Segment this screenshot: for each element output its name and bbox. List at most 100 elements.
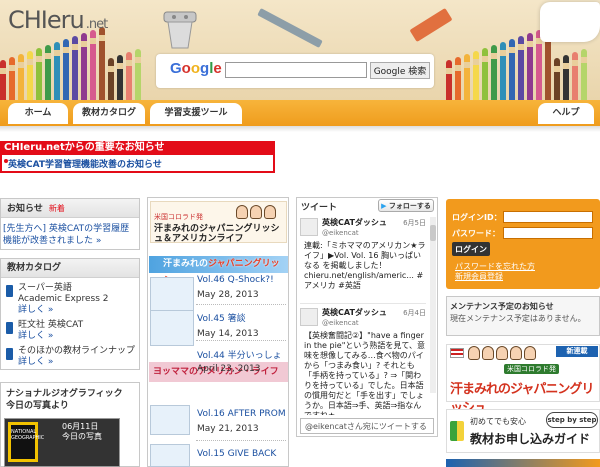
episode-thumbnail[interactable] bbox=[150, 277, 194, 313]
pencil-icon bbox=[9, 57, 15, 100]
episode-title[interactable]: Vol.45 箸談 bbox=[197, 311, 259, 324]
natgeo-date: 06月11日 今日の写真 bbox=[62, 422, 102, 442]
notice-link[interactable]: 英検CAT学習管理機能改善のお知らせ bbox=[8, 157, 162, 170]
divider bbox=[196, 304, 286, 305]
natgeo-title: ナショナルジオグラフィック 今日の写真より bbox=[6, 388, 123, 412]
crumpled-paper-decoration bbox=[540, 2, 600, 42]
banner-subtitle: 米国コロラド発 bbox=[504, 364, 559, 374]
catalog-item-name: 旺文社 英検CAT bbox=[18, 320, 84, 330]
twitter-heading: ツイート bbox=[301, 203, 338, 213]
tab-learning-tools[interactable]: 学習支援ツール bbox=[150, 103, 242, 124]
catalog-item-name: スーパー英語 bbox=[18, 283, 72, 293]
search-input[interactable] bbox=[225, 62, 367, 78]
pencil-icon bbox=[45, 45, 51, 100]
pencil-icon bbox=[581, 49, 587, 100]
catalog-item-link[interactable]: 詳しく » bbox=[18, 305, 53, 315]
natgeo-subtitle: 今日の写真より bbox=[6, 401, 69, 411]
episode-title[interactable]: Vol.15 GIVE BACK bbox=[197, 449, 276, 459]
natgeo-logo: NATIONAL GEOGRAPHIC bbox=[8, 422, 44, 462]
pencil-icon bbox=[509, 39, 515, 100]
pencil-icon bbox=[464, 54, 470, 100]
character-icon bbox=[236, 205, 248, 219]
pencil-icon bbox=[563, 55, 569, 100]
column-title: 汗まみれのジャパニングリッシュ＆アメリカンライフ bbox=[154, 224, 280, 244]
natgeo-title-text: ナショナルジオグラフィック bbox=[6, 389, 123, 399]
tweet-author[interactable]: 英検CATダッシュ bbox=[322, 308, 387, 318]
paper-clip-icon bbox=[163, 11, 197, 49]
logo-text: CHIeru bbox=[8, 6, 85, 34]
episode-title[interactable]: Vol.16 AFTER PROM bbox=[197, 409, 286, 419]
new-badge: 新着 bbox=[48, 204, 65, 213]
catalog-item-sub: Academic Express 2 bbox=[18, 294, 109, 304]
news-heading-text: お知らせ bbox=[7, 204, 43, 214]
episode-thumbnail[interactable] bbox=[150, 444, 190, 467]
pencil-icon bbox=[482, 48, 488, 100]
scrollbar-thumb[interactable] bbox=[430, 225, 436, 241]
pencil-icon bbox=[36, 48, 42, 100]
google-search-button[interactable]: Google 検索 bbox=[370, 62, 430, 79]
catalog-item-link[interactable]: 詳しく » bbox=[18, 331, 53, 341]
step-by-step-badge: step by step bbox=[546, 412, 598, 428]
pencil-icon bbox=[135, 49, 141, 100]
divider bbox=[196, 340, 286, 341]
catalog-item-name: そのほかの教材ラインナップ bbox=[18, 346, 136, 356]
episode-title[interactable]: Vol.44 半分いっしょ bbox=[197, 348, 282, 361]
tweet-date[interactable]: 6月5日 bbox=[403, 218, 426, 228]
pencil-icon bbox=[572, 52, 578, 100]
episode-item: Vol.45 箸談 May 14, 2013 bbox=[197, 311, 259, 339]
google-letter: e bbox=[213, 60, 222, 77]
tweet-scrollbar[interactable] bbox=[430, 217, 436, 393]
characters-illustration bbox=[468, 346, 536, 360]
pencil-icon bbox=[90, 30, 96, 100]
tweet-date[interactable]: 6月4日 bbox=[403, 308, 426, 318]
site-logo[interactable]: CHIeru .net bbox=[8, 6, 108, 34]
pen-decoration bbox=[257, 8, 323, 48]
pencil-icon bbox=[0, 60, 6, 100]
tweet-handle: @eikencat bbox=[322, 229, 359, 237]
google-letter: o bbox=[190, 60, 201, 77]
register-link[interactable]: 新規会員登録 bbox=[455, 272, 535, 282]
avatar[interactable] bbox=[300, 308, 318, 326]
pencil-icon bbox=[27, 51, 33, 100]
maintenance-text: 現在メンテナンス予定はありません。 bbox=[450, 314, 586, 323]
character-icon bbox=[496, 346, 508, 360]
google-letter: G bbox=[170, 60, 182, 77]
login-id-input[interactable] bbox=[503, 211, 593, 223]
news-link[interactable]: [先生方へ] 英検CATの学習履歴機能が改善されました » bbox=[3, 223, 137, 247]
pencil-icon bbox=[99, 27, 105, 100]
character-icon bbox=[264, 205, 276, 219]
tab-home[interactable]: ホーム bbox=[8, 103, 68, 124]
catalog-item: スーパー英語 Academic Express 2 詳しく » bbox=[6, 283, 140, 316]
guide-tagline: 初めてでも安心 bbox=[470, 417, 526, 426]
character-icon bbox=[468, 346, 480, 360]
natgeo-date-text: 06月11日 bbox=[62, 422, 99, 431]
character-icon bbox=[250, 205, 262, 219]
forgot-password-link[interactable]: パスワードを忘れた方 bbox=[455, 262, 535, 272]
tab-catalog[interactable]: 教材カタログ bbox=[73, 103, 145, 124]
tweet-text: 【英検奮闘記②】"have a finger in the pie"という熟語を… bbox=[304, 331, 426, 415]
pencil-icon bbox=[473, 51, 479, 100]
password-input[interactable] bbox=[503, 227, 593, 239]
catalog-item: 旺文社 英検CAT 詳しく » bbox=[6, 320, 140, 342]
pencil-decoration-left bbox=[0, 24, 150, 100]
episode-thumbnail[interactable] bbox=[150, 405, 190, 435]
next-banner[interactable] bbox=[446, 459, 600, 467]
pencil-icon bbox=[117, 55, 123, 100]
character-icon bbox=[524, 346, 536, 360]
follow-button[interactable]: ▶ フォローする bbox=[378, 199, 434, 212]
pencil-icon bbox=[126, 52, 132, 100]
series-header-japanglish[interactable]: 汗まみれのジャパニングリッシュ bbox=[149, 256, 288, 286]
tweet-input[interactable]: @eikencatさん宛にツイートする bbox=[300, 418, 434, 434]
pencil-icon bbox=[72, 36, 78, 100]
episode-item: Vol.16 AFTER PROM May 21, 2013 bbox=[197, 409, 286, 434]
avatar[interactable] bbox=[300, 218, 318, 236]
twitter-bird-icon: ▶ bbox=[381, 202, 387, 210]
news-heading: お知らせ 新着 bbox=[1, 199, 139, 218]
catalog-item-link[interactable]: 詳しく » bbox=[18, 357, 53, 367]
tab-help[interactable]: ヘルプ bbox=[538, 103, 594, 124]
tweet-author[interactable]: 英検CATダッシュ bbox=[322, 218, 387, 228]
login-button[interactable]: ログイン bbox=[452, 242, 490, 256]
episode-thumbnail[interactable] bbox=[150, 310, 194, 346]
episode-title[interactable]: Vol.46 Q-Shock?! bbox=[197, 275, 274, 285]
character-icon bbox=[510, 346, 522, 360]
